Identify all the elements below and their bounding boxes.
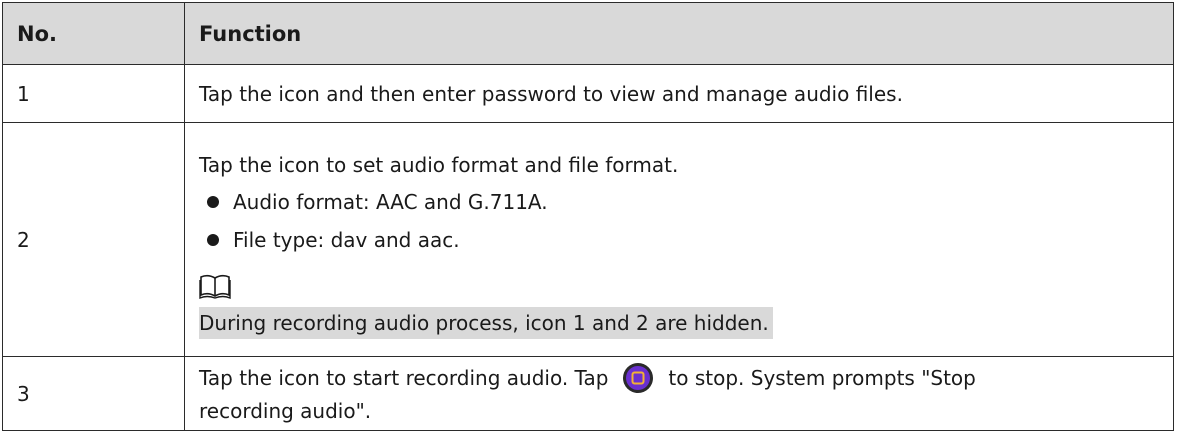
table-row: 1 Tap the icon and then enter password t…: [2, 64, 1174, 123]
header-function: Function: [184, 2, 1174, 65]
function-cell: Tap the icon to set audio format and fil…: [184, 122, 1174, 357]
table-row: 2 Tap the icon to set audio format and f…: [2, 122, 1174, 357]
list-item-text: File type: dav and aac.: [233, 227, 460, 252]
row-number: 2: [2, 122, 185, 357]
function-cell: Tap the icon to start recording audio. T…: [184, 356, 1174, 431]
function-text: to stop. System prompts "Stop: [668, 366, 976, 391]
bullet-icon: [207, 195, 219, 208]
note-text: During recording audio process, icon 1 a…: [199, 306, 773, 339]
list-item: File type: dav and aac.: [199, 221, 1173, 259]
function-intro: Tap the icon to set audio format and fil…: [199, 152, 679, 177]
row-number: 3: [2, 356, 185, 431]
book-note-icon: [199, 274, 231, 305]
header-no: No.: [2, 2, 185, 65]
row-number: 1: [2, 64, 185, 123]
list-item: Audio format: AAC and G.711A.: [199, 183, 1173, 221]
table-row: 3 Tap the icon to start recording audio.…: [2, 356, 1174, 431]
function-cell: Tap the icon and then enter password to …: [184, 64, 1174, 123]
table-header-row: No. Function: [2, 2, 1174, 65]
bullet-icon: [207, 233, 219, 246]
function-text: Tap the icon and then enter password to …: [199, 81, 903, 106]
list-item-text: Audio format: AAC and G.711A.: [233, 189, 548, 214]
stop-record-icon: [622, 362, 654, 394]
function-text-continued: recording audio".: [199, 398, 372, 423]
function-text: Tap the icon to start recording audio. T…: [199, 366, 609, 391]
function-table: No. Function 1 Tap the icon and then ent…: [2, 2, 1174, 431]
